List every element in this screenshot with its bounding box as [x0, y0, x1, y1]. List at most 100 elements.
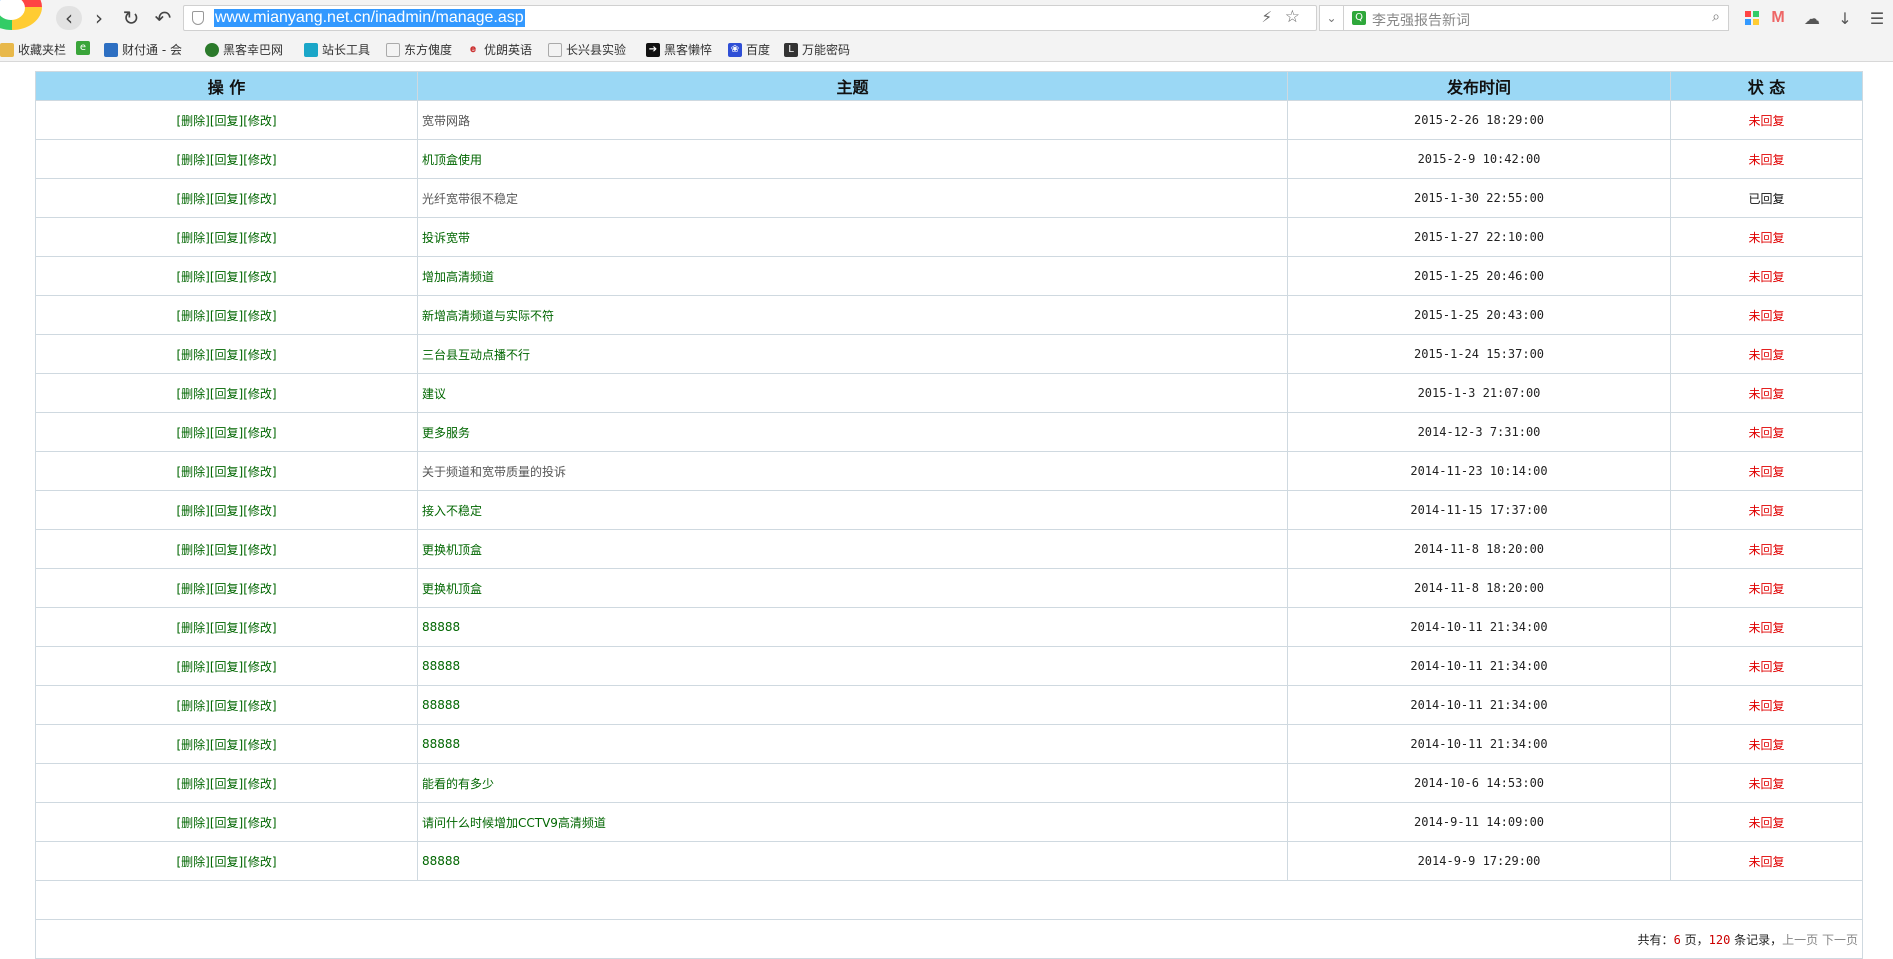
edit-link[interactable]: [修改]: [243, 426, 276, 440]
delete-link[interactable]: [删除]: [176, 582, 209, 596]
search-icon[interactable]: ⌕: [1712, 9, 1720, 25]
bookmark-favorites[interactable]: 收藏夹栏: [0, 41, 66, 58]
menu-icon[interactable]: ☰: [1866, 7, 1888, 29]
address-bar[interactable]: www.mianyang.net.cn/inadmin/manage.asp ⚡…: [183, 5, 1317, 31]
star-icon[interactable]: ☆: [1285, 7, 1300, 27]
edit-link[interactable]: [修改]: [243, 192, 276, 206]
title-link[interactable]: 88888: [422, 737, 460, 751]
title-link[interactable]: 新增高清频道与实际不符: [422, 309, 554, 323]
delete-link[interactable]: [删除]: [176, 660, 209, 674]
title-link[interactable]: 接入不稳定: [422, 504, 482, 518]
title-link[interactable]: 关于频道和宽带质量的投诉: [422, 465, 566, 479]
chevron-down-icon[interactable]: ⌄: [1319, 5, 1343, 31]
edit-link[interactable]: [修改]: [243, 348, 276, 362]
bookmark-baidu[interactable]: ❀ 百度: [728, 41, 770, 58]
reply-link[interactable]: [回复]: [210, 816, 243, 830]
reply-link[interactable]: [回复]: [210, 153, 243, 167]
bookmark-dongfang[interactable]: 东方傀度: [386, 41, 452, 58]
edit-link[interactable]: [修改]: [243, 777, 276, 791]
bookmark-school[interactable]: 长兴县实验: [548, 41, 636, 58]
title-link[interactable]: 更多服务: [422, 426, 470, 440]
edit-link[interactable]: [修改]: [243, 621, 276, 635]
bookmark-hacker-site[interactable]: 黑客幸巴网: [205, 41, 293, 58]
delete-link[interactable]: [删除]: [176, 699, 209, 713]
reply-link[interactable]: [回复]: [210, 582, 243, 596]
delete-link[interactable]: [删除]: [176, 543, 209, 557]
cloud-icon[interactable]: ☁: [1801, 7, 1823, 29]
edit-link[interactable]: [修改]: [243, 153, 276, 167]
delete-link[interactable]: [删除]: [176, 777, 209, 791]
edit-link[interactable]: [修改]: [243, 582, 276, 596]
title-link[interactable]: 宽带网路: [422, 114, 470, 128]
reply-link[interactable]: [回复]: [210, 465, 243, 479]
extension-icon[interactable]: M: [1767, 7, 1789, 29]
lightning-icon[interactable]: ⚡: [1261, 8, 1272, 26]
title-link[interactable]: 更换机顶盒: [422, 582, 482, 596]
delete-link[interactable]: [删除]: [176, 309, 209, 323]
bookmark-english[interactable]: 𝐞 优朗英语: [466, 41, 532, 58]
delete-link[interactable]: [删除]: [176, 621, 209, 635]
undo-icon[interactable]: ↶: [150, 6, 176, 30]
delete-link[interactable]: [删除]: [176, 348, 209, 362]
reply-link[interactable]: [回复]: [210, 114, 243, 128]
delete-link[interactable]: [删除]: [176, 816, 209, 830]
reply-link[interactable]: [回复]: [210, 543, 243, 557]
title-link[interactable]: 更换机顶盒: [422, 543, 482, 557]
delete-link[interactable]: [删除]: [176, 426, 209, 440]
edit-link[interactable]: [修改]: [243, 738, 276, 752]
bookmark-webmaster-tools[interactable]: 站长工具: [304, 41, 370, 58]
reply-link[interactable]: [回复]: [210, 738, 243, 752]
bookmark-ie[interactable]: e: [76, 41, 94, 55]
reply-link[interactable]: [回复]: [210, 348, 243, 362]
delete-link[interactable]: [删除]: [176, 465, 209, 479]
reply-link[interactable]: [回复]: [210, 231, 243, 245]
reply-link[interactable]: [回复]: [210, 387, 243, 401]
edit-link[interactable]: [修改]: [243, 504, 276, 518]
download-icon[interactable]: ↓: [1834, 7, 1856, 29]
reply-link[interactable]: [回复]: [210, 621, 243, 635]
reply-link[interactable]: [回复]: [210, 777, 243, 791]
prev-page-link[interactable]: 上一页: [1782, 933, 1818, 947]
back-button[interactable]: ‹: [56, 6, 82, 30]
delete-link[interactable]: [删除]: [176, 270, 209, 284]
edit-link[interactable]: [修改]: [243, 816, 276, 830]
delete-link[interactable]: [删除]: [176, 153, 209, 167]
delete-link[interactable]: [删除]: [176, 192, 209, 206]
reply-link[interactable]: [回复]: [210, 855, 243, 869]
edit-link[interactable]: [修改]: [243, 660, 276, 674]
reload-icon[interactable]: ↻: [118, 6, 144, 30]
reply-link[interactable]: [回复]: [210, 270, 243, 284]
delete-link[interactable]: [删除]: [176, 387, 209, 401]
apps-grid-icon[interactable]: [1741, 7, 1763, 29]
title-link[interactable]: 88888: [422, 659, 460, 673]
edit-link[interactable]: [修改]: [243, 543, 276, 557]
edit-link[interactable]: [修改]: [243, 270, 276, 284]
title-link[interactable]: 建议: [422, 387, 446, 401]
reply-link[interactable]: [回复]: [210, 699, 243, 713]
title-link[interactable]: 投诉宽带: [422, 231, 470, 245]
title-link[interactable]: 请问什么时候增加CCTV9高清频道: [422, 816, 606, 830]
search-box[interactable]: Q 李克强报告新词 ⌕: [1343, 5, 1729, 31]
delete-link[interactable]: [删除]: [176, 504, 209, 518]
delete-link[interactable]: [删除]: [176, 855, 209, 869]
edit-link[interactable]: [修改]: [243, 465, 276, 479]
edit-link[interactable]: [修改]: [243, 309, 276, 323]
reply-link[interactable]: [回复]: [210, 660, 243, 674]
forward-button[interactable]: ›: [86, 6, 112, 30]
title-link[interactable]: 88888: [422, 620, 460, 634]
reply-link[interactable]: [回复]: [210, 504, 243, 518]
url-text[interactable]: www.mianyang.net.cn/inadmin/manage.asp: [214, 9, 525, 27]
delete-link[interactable]: [删除]: [176, 114, 209, 128]
edit-link[interactable]: [修改]: [243, 231, 276, 245]
edit-link[interactable]: [修改]: [243, 699, 276, 713]
edit-link[interactable]: [修改]: [243, 855, 276, 869]
reply-link[interactable]: [回复]: [210, 426, 243, 440]
delete-link[interactable]: [删除]: [176, 231, 209, 245]
bookmark-hacker-2[interactable]: ➔ 黑客懒悴: [646, 41, 712, 58]
delete-link[interactable]: [删除]: [176, 738, 209, 752]
edit-link[interactable]: [修改]: [243, 114, 276, 128]
title-link[interactable]: 机顶盒使用: [422, 153, 482, 167]
search-input[interactable]: 李克强报告新词: [1372, 10, 1470, 30]
bookmark-master-password[interactable]: L 万能密码: [784, 41, 850, 58]
bookmark-tenpay[interactable]: 财付通 - 会: [104, 41, 192, 58]
